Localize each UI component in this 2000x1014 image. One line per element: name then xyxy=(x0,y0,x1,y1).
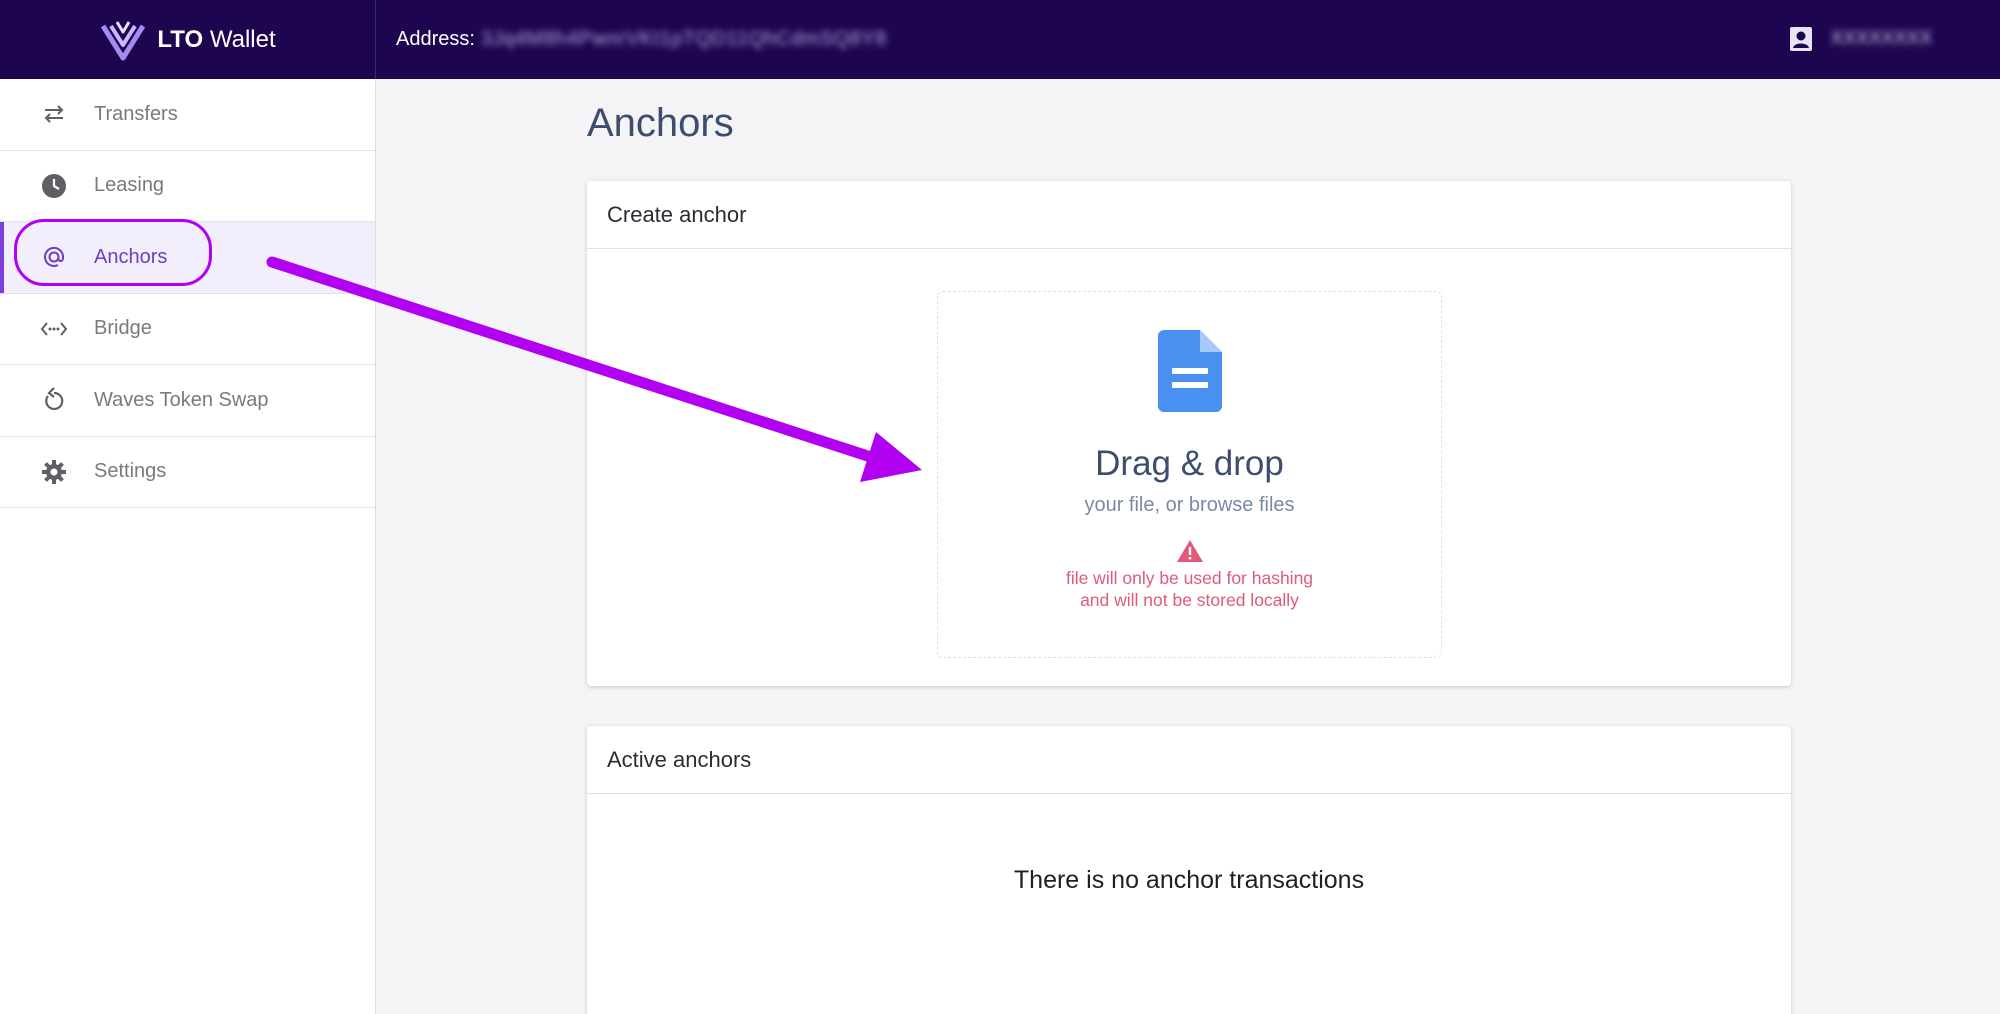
bridge-code-icon xyxy=(40,315,68,343)
warning-line-2: and will not be stored locally xyxy=(1080,590,1299,610)
active-anchors-card-title: Active anchors xyxy=(587,726,1791,794)
sidebar-item-label: Transfers xyxy=(94,102,178,125)
account-name: XXXXXXXX xyxy=(1830,28,1932,49)
sidebar-item-label: Settings xyxy=(94,460,167,483)
file-dropzone[interactable]: Drag & drop your file, or browse files f… xyxy=(937,291,1442,658)
sidebar: Transfers Leasing Anchors Bridge Waves T… xyxy=(0,79,376,1014)
warning-icon xyxy=(1176,540,1203,562)
address-label: Address: xyxy=(396,28,475,50)
sidebar-item-label: Bridge xyxy=(94,317,152,340)
refresh-icon xyxy=(40,386,68,414)
main-content: Anchors Create anchor Drag & drop your f… xyxy=(376,79,2000,1014)
gear-icon xyxy=(40,458,68,486)
lto-logo-icon xyxy=(101,20,146,60)
address-value[interactable]: 3Jq4M8h4PwnrVKt1pTQD11QhCdmSQ8Y8 xyxy=(481,28,887,51)
sidebar-item-bridge[interactable]: Bridge xyxy=(0,294,375,365)
document-icon xyxy=(1157,330,1222,412)
sidebar-item-settings[interactable]: Settings xyxy=(0,437,375,508)
sidebar-item-waves-token-swap[interactable]: Waves Token Swap xyxy=(0,365,375,437)
clock-icon xyxy=(40,172,68,200)
dropzone-warning: file will only be used for hashing and w… xyxy=(1066,567,1313,611)
brand[interactable]: LTO Wallet xyxy=(0,0,376,79)
warning-line-1: file will only be used for hashing xyxy=(1065,568,1314,588)
account-box-icon xyxy=(1789,27,1812,51)
app-name: LTO Wallet xyxy=(157,26,275,54)
sidebar-item-anchors[interactable]: Anchors xyxy=(0,222,375,294)
sidebar-item-label: Leasing xyxy=(94,174,165,197)
at-sign-icon xyxy=(40,243,68,271)
app-name-rest: Wallet xyxy=(209,25,276,53)
address-display: Address: 3Jq4M8h4PwnrVKt1pTQD11QhCdmSQ8Y… xyxy=(396,28,887,51)
create-anchor-card: Create anchor Drag & drop your file, or … xyxy=(587,181,1791,686)
app-name-bold: LTO xyxy=(157,25,204,53)
create-anchor-card-title: Create anchor xyxy=(587,181,1791,249)
dropzone-subtitle[interactable]: your file, or browse files xyxy=(1084,494,1294,517)
account-menu[interactable]: XXXXXXXX xyxy=(1789,26,1932,52)
top-bar: LTO Wallet Address: 3Jq4M8h4PwnrVKt1pTQD… xyxy=(0,0,2000,79)
transfer-arrows-icon xyxy=(40,100,68,128)
sidebar-item-leasing[interactable]: Leasing xyxy=(0,151,375,222)
sidebar-item-label: Waves Token Swap xyxy=(94,388,269,411)
active-anchors-card: Active anchors There is no anchor transa… xyxy=(587,726,1791,1014)
dropzone-title: Drag & drop xyxy=(1095,444,1284,483)
page-title: Anchors xyxy=(587,101,734,145)
empty-anchors-message: There is no anchor transactions xyxy=(1013,866,1365,894)
sidebar-item-transfers[interactable]: Transfers xyxy=(0,79,375,151)
sidebar-item-label: Anchors xyxy=(94,245,168,268)
